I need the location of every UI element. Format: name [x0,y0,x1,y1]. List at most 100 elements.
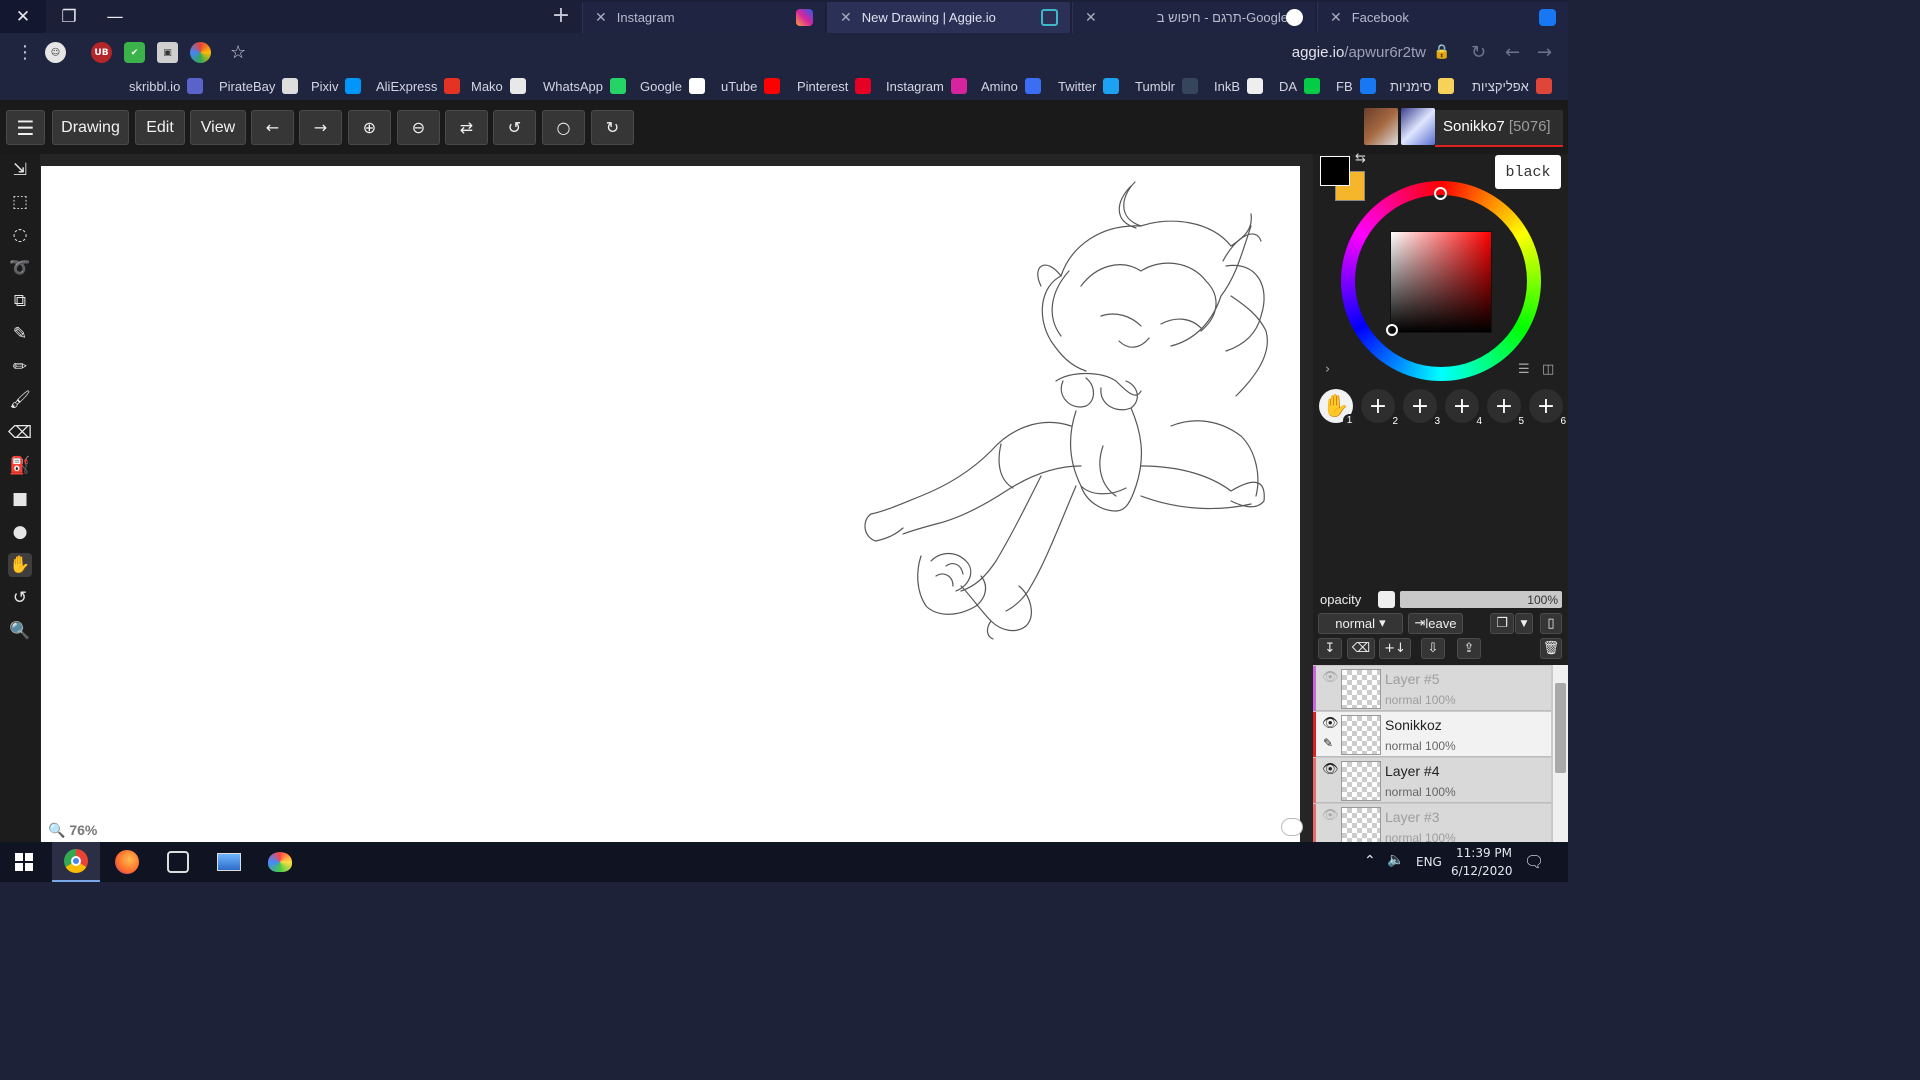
visibility-eye-icon[interactable]: 👁 [1322,762,1339,777]
notifications-icon[interactable]: 🗨 [1524,852,1544,871]
transform-icon[interactable]: ⧉ [8,289,32,313]
chat-bubble-icon[interactable] [1281,818,1303,836]
clock-time[interactable]: 11:39 PM [1456,846,1512,860]
close-tab-icon[interactable]: ✕ [840,10,852,26]
brush-slot-1[interactable]: ✋ 1 [1319,389,1356,427]
bookmark-item[interactable]: skribbl.io [129,77,204,95]
tab-facebook[interactable]: ✕ Facebook [1317,2,1568,33]
layer-row[interactable]: 👁 Layer #5 normal 100% [1313,666,1551,711]
pencil-icon[interactable]: ✏ [8,355,32,379]
move-tool-icon[interactable]: ⇲ [8,158,32,182]
bookmark-item[interactable]: DA [1279,77,1321,95]
leave-layer-button[interactable]: ⇥ leave [1408,613,1463,634]
eyedropper-icon[interactable]: ✎ [8,322,32,346]
user-avatar-2[interactable] [1401,108,1435,145]
swap-colors-icon[interactable]: ⇆ [1355,151,1366,166]
add-layer-icon[interactable]: +↓ [1379,638,1411,659]
chrome-taskbar-icon[interactable] [52,842,100,882]
primary-color-swatch[interactable] [1320,156,1350,186]
url-field[interactable]: aggie.io/apwur6r2tw [1292,44,1426,61]
lasso-select-icon[interactable]: ➰ [8,256,32,280]
brush-icon[interactable]: 🖌 [8,388,32,412]
extension-icon[interactable]: ▣ [157,42,178,63]
blend-mode-select[interactable]: normal ▾ [1318,613,1403,634]
close-tab-icon[interactable]: ✕ [1085,10,1097,26]
bookmark-item[interactable]: PirateBay [219,77,299,95]
saturation-value-square[interactable] [1390,231,1492,333]
volume-icon[interactable]: 🔈 [1387,852,1404,868]
edit-menu-button[interactable]: Edit [135,110,185,145]
rectangle-tool-icon[interactable]: ■ [8,487,32,511]
drawing-canvas[interactable] [41,166,1300,842]
bookmark-item[interactable]: Instagram [886,77,967,95]
language-indicator[interactable]: ENG [1416,855,1442,869]
zoom-out-icon[interactable]: ⊖ [397,110,440,145]
view-menu-button[interactable]: View [190,110,246,145]
sv-picker-handle[interactable] [1386,324,1398,336]
rect-select-icon[interactable]: ⬚ [8,190,32,214]
reset-rotation-icon[interactable]: ○ [542,110,585,145]
brush-slot-2[interactable]: +2 [1361,389,1398,427]
hue-picker-handle[interactable] [1434,187,1447,200]
tab-instagram[interactable]: ✕ Instagram [582,2,825,33]
flip-horizontal-icon[interactable]: ⇄ [445,110,488,145]
brush-slot-6[interactable]: +6 [1529,389,1566,427]
hamburger-menu-icon[interactable]: ☰ [6,110,45,145]
rotate-right-icon[interactable]: ↻ [591,110,634,145]
close-tab-icon[interactable]: ✕ [595,10,607,26]
color-name-field[interactable]: black [1495,155,1561,189]
bookmark-item[interactable]: סימניות [1390,77,1455,95]
minimize-window-button[interactable]: — [92,0,138,33]
sliders-icon[interactable]: ☰ [1518,362,1530,377]
bookmark-item[interactable]: Amino [981,77,1041,95]
delete-layer-icon[interactable]: 🗑 [1540,638,1562,659]
back-icon[interactable]: ← [1505,42,1520,63]
restore-window-button[interactable]: ❐ [46,0,92,33]
bookmark-item[interactable]: Google [640,77,705,95]
menu-dots-icon[interactable]: ⋮ [16,42,34,63]
bookmark-item[interactable]: Twitter [1058,77,1120,95]
visibility-eye-icon[interactable]: 👁 [1322,808,1339,823]
new-file-icon[interactable]: ▯ [1540,613,1562,634]
bookmark-item[interactable]: WhatsApp [543,77,626,95]
visibility-eye-icon[interactable]: 👁 [1322,670,1339,685]
undo-arrow-icon[interactable]: ← [251,110,294,145]
visibility-eye-icon[interactable]: 👁 [1322,716,1339,731]
ellipse-tool-icon[interactable]: ● [8,520,32,544]
duplicate-layer-icon[interactable]: ❐ [1490,613,1514,634]
layer-row[interactable]: 👁 Layer #3 normal 100% [1313,804,1551,842]
reload-icon[interactable]: ↻ [1471,42,1486,63]
color-extension-icon[interactable] [190,42,211,63]
close-window-button[interactable]: ✕ [0,0,46,33]
eraser-icon[interactable]: ⌫ [8,421,32,445]
bookmark-item[interactable]: Pinterest [797,77,872,95]
bookmark-item[interactable]: FB [1336,77,1376,95]
close-tab-icon[interactable]: ✕ [1330,10,1342,26]
bookmark-item[interactable]: Mako [471,77,526,95]
tray-chevron-icon[interactable]: ⌃ [1364,853,1376,869]
opacity-slider[interactable]: 100% [1400,591,1562,608]
photos-taskbar-icon[interactable] [205,842,253,882]
start-windows-icon[interactable] [0,842,48,882]
clock-date[interactable]: 6/12/2020 [1451,864,1513,878]
layer-row[interactable]: 👁 ✎ Sonikkoz normal 100% [1313,712,1551,757]
bookmark-item[interactable]: Pixiv [311,77,362,95]
clear-layer-icon[interactable]: ⌫ [1347,638,1375,659]
layers-scrollbar[interactable] [1553,665,1568,842]
tab-google-translate[interactable]: ✕ תרגם - חיפוש ב-Google [1072,2,1315,33]
palette-layout-icon[interactable]: ◫ [1542,362,1554,377]
firefox-taskbar-icon[interactable] [103,842,151,882]
user-name-badge[interactable]: Sonikko7 [5076] [1435,110,1563,147]
forward-icon[interactable]: → [1537,42,1552,63]
new-tab-button[interactable]: + [545,3,577,31]
bookmark-item[interactable]: AliExpress [376,77,461,95]
rotate-left-icon[interactable]: ↺ [493,110,536,145]
layer-dropdown-icon[interactable]: ▼ [1515,613,1533,634]
tab-aggie[interactable]: ✕ New Drawing | Aggie.io [827,2,1070,33]
brush-slot-5[interactable]: +5 [1487,389,1524,427]
export-icon[interactable]: ⇪ [1457,638,1481,659]
app-taskbar-icon[interactable] [154,842,202,882]
bookmark-item[interactable]: uTube [721,77,781,95]
shield-extension-icon[interactable]: ✔ [124,42,145,63]
zoom-tool-icon[interactable]: 🔍 [8,619,32,643]
